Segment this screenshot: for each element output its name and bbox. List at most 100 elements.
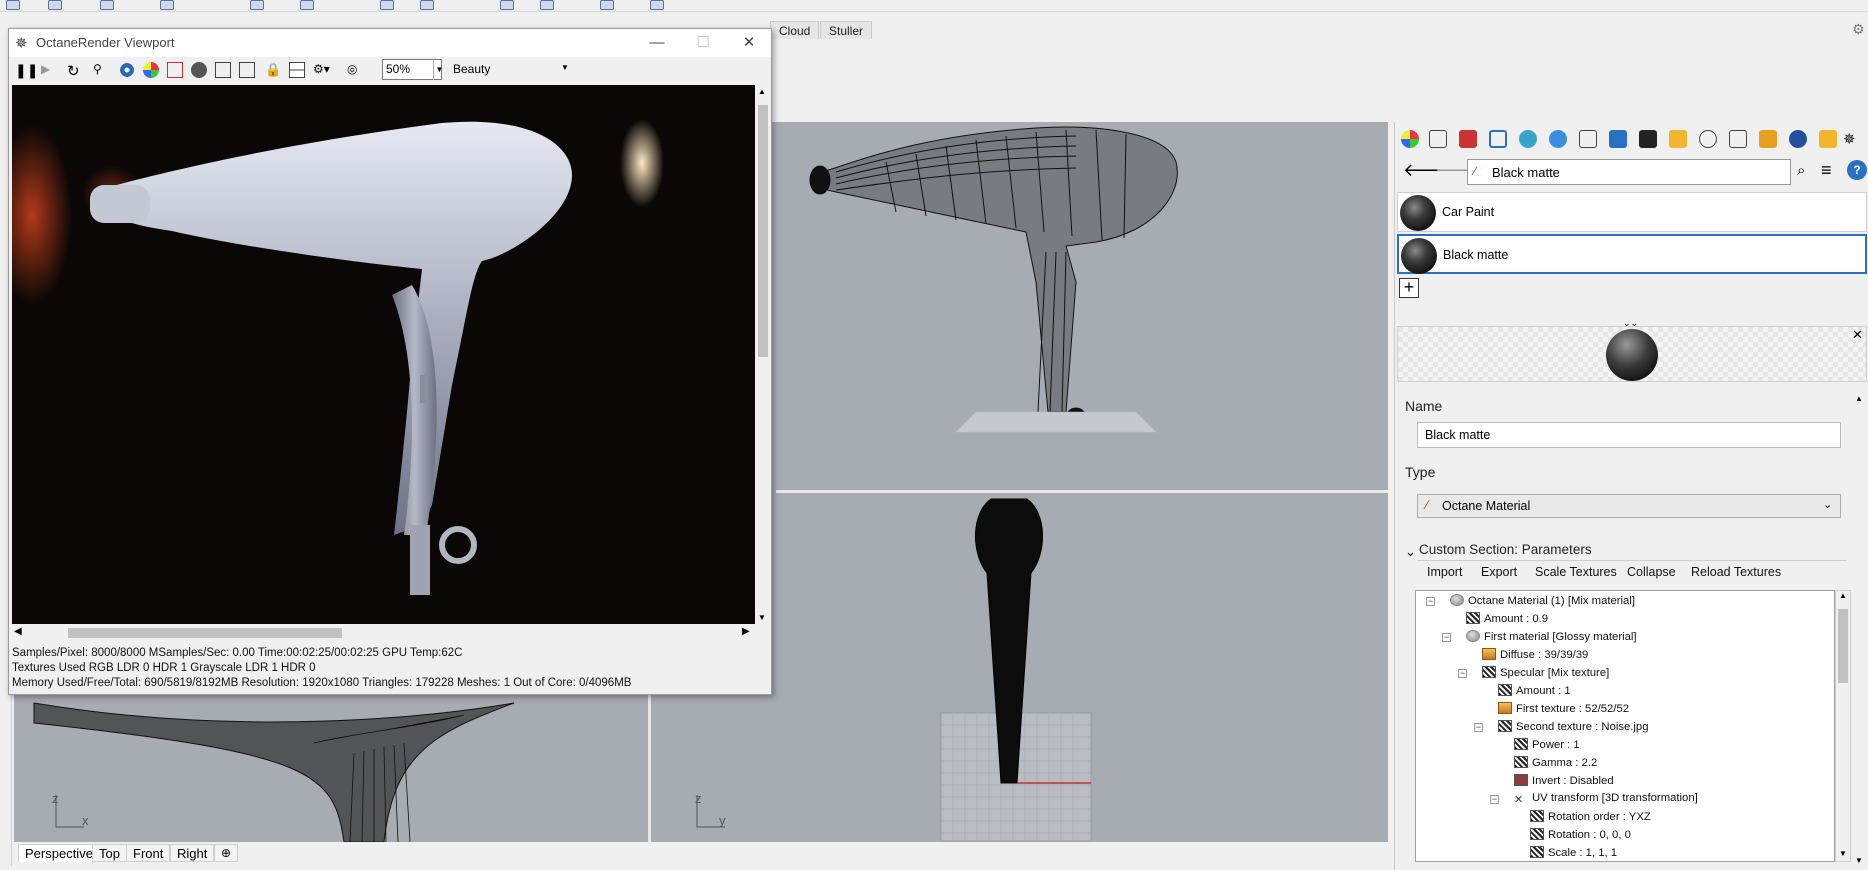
toolbar-icon[interactable] [48,0,62,10]
folder-icon[interactable] [1579,130,1597,148]
toolbar-icon[interactable] [540,0,554,10]
help-icon[interactable]: ? [1847,160,1867,180]
add-material-button[interactable]: + [1399,278,1419,298]
tree-scrollbar[interactable]: ▲ ▼ [1835,590,1851,862]
parameter-tree[interactable]: − Octane Material (1) [Mix material] Amoun… [1415,590,1835,862]
tree-node[interactable]: Rotation : 0, 0, 0 [1530,828,1631,841]
reload-textures-button[interactable]: Reload Textures [1691,565,1781,579]
render-horizontal-scrollbar[interactable]: ◀ ▶ [12,625,756,641]
tab-cloud[interactable]: Cloud [770,21,820,39]
add-viewport-tab-icon[interactable]: ⊕ [214,844,239,862]
tree-node[interactable]: Octane Material (1) [Mix material] [1450,594,1635,607]
play-icon[interactable]: ▶ [41,62,57,78]
render-pass-select[interactable]: Beauty ▼ [449,59,573,80]
white-balance-icon[interactable] [239,62,255,78]
scroll-thumb[interactable] [1838,609,1848,683]
type-select[interactable]: ⁄ Octane Material ⌄ [1417,494,1841,518]
tree-collapse-toggle[interactable]: − [1426,597,1435,606]
tree-node[interactable]: Diffuse : 39/39/39 [1482,648,1588,661]
toolbar-icon[interactable] [6,0,20,10]
material-item-selected[interactable]: Black matte [1397,234,1867,274]
scroll-thumb[interactable] [68,628,342,638]
octane-logo-icon[interactable]: ✵ [1843,130,1861,148]
rg-icon[interactable] [1639,130,1657,148]
chevron-down-icon[interactable]: ▼ [433,59,445,80]
color-icon[interactable] [1401,130,1419,148]
tree-collapse-toggle[interactable]: − [1490,795,1499,804]
tree-node[interactable]: First material [Glossy material] [1466,630,1637,643]
section-collapse-icon[interactable]: ⌄ [1405,544,1416,560]
tree-node[interactable]: Amount : 0.9 [1466,612,1548,625]
toolbar-icon[interactable] [600,0,614,10]
render-vertical-scrollbar[interactable]: ▲ ▼ [756,85,770,655]
panel-scrollbar[interactable]: ▲ ▼ [1851,392,1868,870]
pause-icon[interactable]: ❚❚ [15,62,38,78]
toolbar-icon[interactable] [380,0,394,10]
render-preview[interactable] [12,85,755,624]
search-icon[interactable]: ⌕ [1797,162,1805,179]
close-icon[interactable]: ✕ [735,33,763,53]
collapse-button[interactable]: Collapse [1627,565,1676,579]
toolbar-icon[interactable] [500,0,514,10]
tree-node[interactable]: Invert : Disabled [1514,774,1614,787]
maximize-icon[interactable]: ☐ [689,33,717,53]
environment-icon[interactable] [1519,130,1537,148]
materials-tab-icon[interactable] [1489,130,1507,148]
tab-right[interactable]: Right [170,844,215,862]
tree-node[interactable]: Gamma : 2.2 [1514,756,1597,769]
menu-icon[interactable]: ≡ [1821,160,1832,181]
render-settings-icon[interactable]: ⚲ [93,62,109,78]
octane-viewport-window[interactable]: ✵ OctaneRender Viewport — ☐ ✕ ❚❚ ▶ ↻ ⚲ 🔒… [8,28,772,695]
tag-icon[interactable] [1819,130,1837,148]
minimize-icon[interactable]: — [643,33,671,53]
material-search-input[interactable]: ⁄ Black matte [1467,159,1791,185]
layers-icon[interactable] [1459,130,1477,148]
tab-front[interactable]: Front [126,844,171,862]
settings-dropdown-icon[interactable]: ⚙▾ [313,62,330,78]
tree-node[interactable]: Power : 1 [1514,738,1580,751]
tree-collapse-toggle[interactable]: − [1458,669,1467,678]
close-icon[interactable]: ✕ [1852,327,1863,343]
tree-node[interactable]: First texture : 52/52/52 [1498,702,1629,715]
export-button[interactable]: Export [1481,565,1517,579]
sphere-icon[interactable] [1549,130,1567,148]
name-field[interactable]: Black matte [1417,422,1841,448]
region-render-icon[interactable] [167,62,183,78]
render-icon[interactable] [1609,130,1627,148]
tree-node[interactable]: UV transform [3D transformation] [1514,792,1698,805]
zoom-icon[interactable]: ◎ [347,62,363,78]
color-wheel-icon[interactable] [143,62,159,78]
trash-icon[interactable] [1729,130,1747,148]
tree-node[interactable]: Specular [Mix texture] [1482,666,1609,679]
gear-icon[interactable]: ⚙ [1852,21,1865,38]
tree-collapse-toggle[interactable]: − [1474,723,1483,732]
tab-perspective[interactable]: Perspective [18,844,100,862]
scroll-thumb[interactable] [758,105,768,357]
toolbar-icon[interactable] [650,0,664,10]
tab-stuller[interactable]: Stuller [820,21,873,39]
tab-top[interactable]: Top [92,844,127,862]
tree-node[interactable]: Amount : 1 [1498,684,1571,697]
light-icon[interactable] [1669,130,1687,148]
display-icon[interactable] [1429,130,1447,148]
grid-icon[interactable] [289,62,305,78]
restart-icon[interactable]: ↻ [67,62,83,80]
tree-collapse-toggle[interactable]: − [1442,633,1451,642]
viewport-top[interactable] [776,122,1388,490]
brush-icon[interactable] [1759,130,1777,148]
toolbar-icon[interactable] [100,0,114,10]
camera-icon[interactable] [191,62,207,78]
tree-node[interactable]: Rotation order : YXZ [1530,810,1651,823]
lock-icon[interactable]: 🔒 [265,62,281,78]
toolbar-icon[interactable] [300,0,314,10]
planet-icon[interactable] [1789,130,1807,148]
tree-node[interactable]: Scale : 1, 1, 1 [1530,846,1617,859]
clock-icon[interactable] [1699,130,1717,148]
toolbar-icon[interactable] [250,0,264,10]
tree-node[interactable]: Second texture : Noise.jpg [1498,720,1649,733]
material-item[interactable]: Car Paint [1397,192,1867,232]
octane-title-bar[interactable]: ✵ OctaneRender Viewport — ☐ ✕ [9,29,771,57]
focus-picker-icon[interactable] [215,62,231,78]
material-ball-icon[interactable] [119,62,135,78]
scale-textures-button[interactable]: Scale Textures [1535,565,1617,579]
